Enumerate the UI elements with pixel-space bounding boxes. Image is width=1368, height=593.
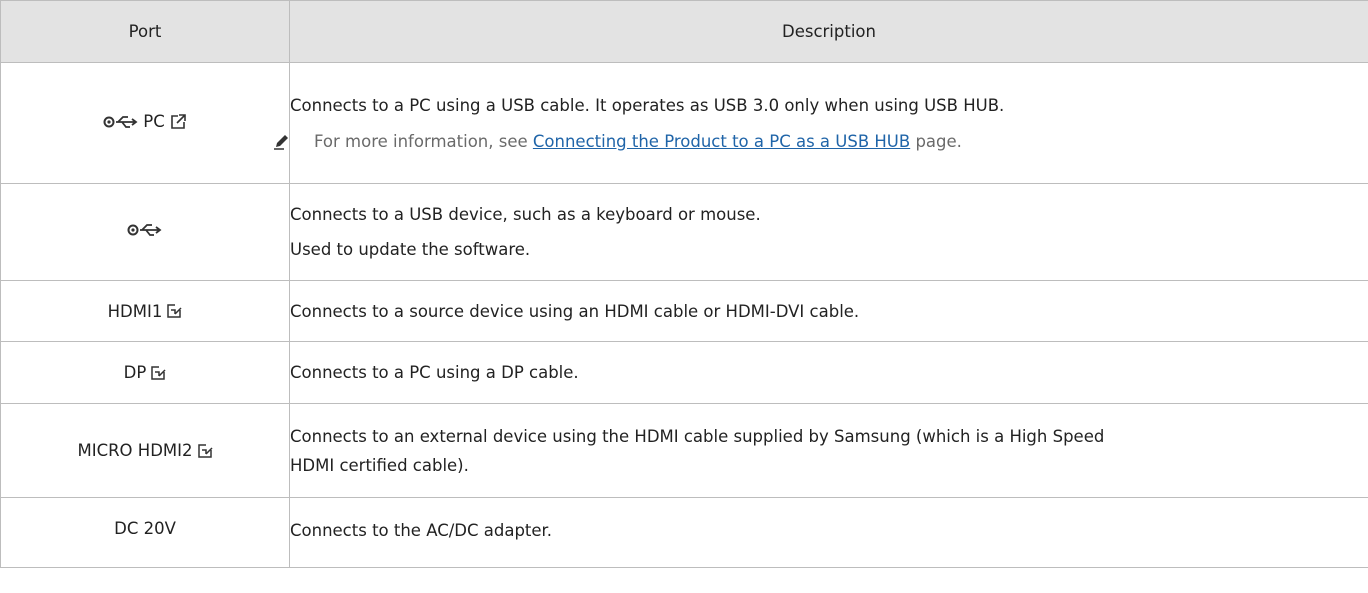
port-cell: PC bbox=[0, 62, 290, 184]
usb-icon bbox=[103, 115, 138, 128]
port-label: HDMI1 bbox=[107, 301, 163, 321]
usb-hub-link[interactable]: Connecting the Product to a PC as a USB … bbox=[533, 132, 910, 151]
description-cell: Connects to the AC/DC adapter. bbox=[289, 497, 1368, 568]
table-row: DC 20V Connects to the AC/DC adapter. bbox=[0, 497, 1368, 568]
table-header-row: Port Description bbox=[0, 0, 1368, 63]
header-description: Description bbox=[289, 0, 1368, 63]
port-cell bbox=[0, 183, 290, 281]
hdmi-input-icon bbox=[151, 365, 166, 380]
port-cell: MICRO HDMI2 bbox=[0, 403, 290, 498]
header-port: Port bbox=[0, 0, 290, 63]
table-row: Connects to a USB device, such as a keyb… bbox=[0, 183, 1368, 281]
description-text: Connects to the AC/DC adapter. bbox=[290, 521, 553, 540]
port-label: DP bbox=[123, 363, 147, 382]
port-label: DC 20V bbox=[114, 519, 176, 538]
hdmi-input-icon bbox=[197, 443, 213, 458]
table-row: HDMI1 Connects to a source device using … bbox=[0, 280, 1368, 342]
description-text: Connects to a USB device, such as a keyb… bbox=[290, 205, 761, 224]
description-cell: Connects to a PC using a USB cable. It o… bbox=[274, 62, 1368, 184]
usb-icon bbox=[127, 224, 162, 236]
ports-table: Port Description PC Connects to a PC usi… bbox=[0, 0, 1368, 568]
external-link-icon bbox=[170, 113, 186, 129]
table-row: PC Connects to a PC using a USB cable. I… bbox=[0, 62, 1368, 184]
hdmi-input-icon bbox=[167, 304, 182, 318]
description-text: Connects to a PC using a DP cable. bbox=[290, 363, 579, 382]
table-row: DP Connects to a PC using a DP cable. bbox=[0, 341, 1368, 404]
port-label: MICRO HDMI2 bbox=[77, 441, 193, 460]
port-cell: DC 20V bbox=[0, 497, 290, 568]
port-label: PC bbox=[143, 112, 165, 132]
description-cell: Connects to an external device using the… bbox=[289, 403, 1368, 498]
description-cell: Connects to a USB device, such as a keyb… bbox=[289, 183, 1368, 281]
table-row: MICRO HDMI2 Connects to an external devi… bbox=[0, 403, 1368, 498]
description-text: Used to update the software. bbox=[290, 240, 531, 259]
description-text: HDMI certified cable). bbox=[290, 455, 469, 475]
description-cell: Connects to a source device using an HDM… bbox=[289, 280, 1368, 342]
note-prefix: For more information, see bbox=[314, 131, 528, 151]
port-cell: DP bbox=[0, 341, 290, 404]
note-suffix: page. bbox=[915, 131, 962, 151]
port-cell: HDMI1 bbox=[0, 280, 290, 342]
pencil-note-icon bbox=[274, 135, 288, 150]
note: For more information, see Connecting the… bbox=[274, 130, 1368, 153]
description-cell: Connects to a PC using a DP cable. bbox=[289, 341, 1368, 404]
description-text: Connects to an external device using the… bbox=[290, 426, 1105, 446]
description-text: Connects to a PC using a USB cable. It o… bbox=[290, 95, 1005, 115]
description-text: Connects to a source device using an HDM… bbox=[290, 301, 860, 321]
